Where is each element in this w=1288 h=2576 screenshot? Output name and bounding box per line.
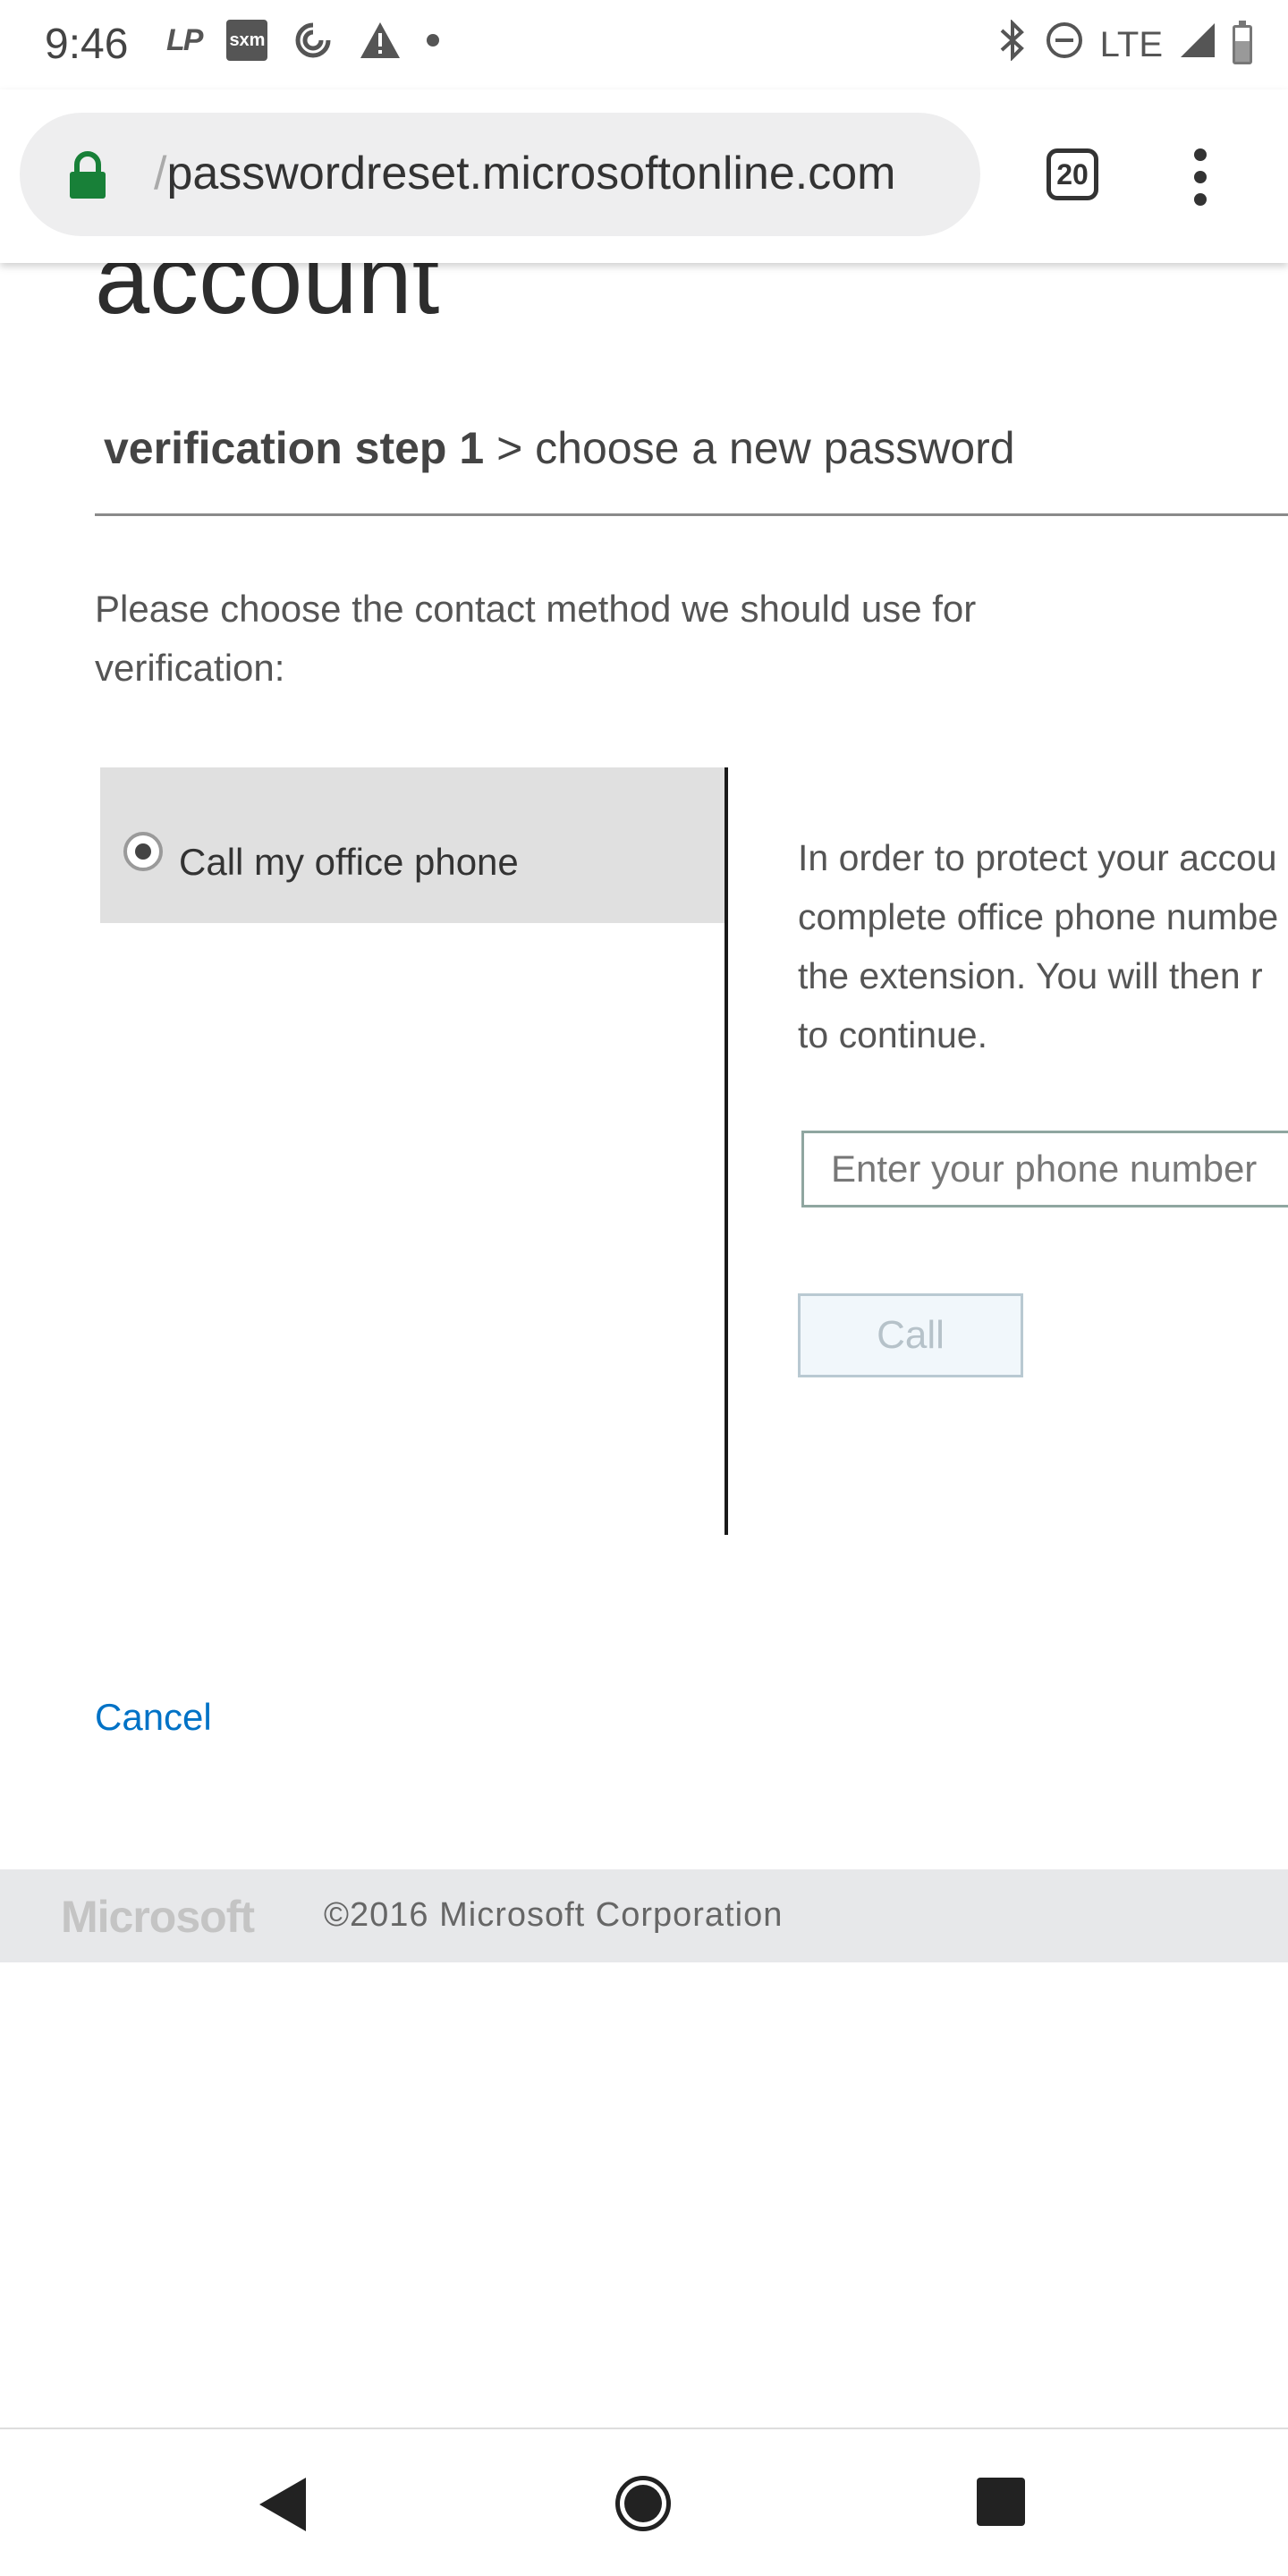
battery-icon	[1233, 21, 1252, 64]
step-breadcrumb: verification step 1 > choose a new passw…	[104, 422, 1015, 474]
status-left-icons: LP sxm	[166, 20, 440, 61]
steps-divider	[95, 513, 1288, 516]
back-icon[interactable]	[259, 2478, 306, 2531]
url-prefix: /	[154, 148, 167, 199]
network-type: LTE	[1099, 24, 1163, 64]
cancel-link[interactable]: Cancel	[95, 1696, 212, 1739]
verification-info: In order to protect your accou complete …	[798, 828, 1288, 1064]
info-line: complete office phone numbe	[798, 896, 1279, 937]
browser-menu-button[interactable]	[1182, 148, 1218, 206]
tab-switcher-button[interactable]: 20	[1046, 148, 1098, 200]
contact-method-label[interactable]: Call my office phone	[179, 841, 519, 884]
menu-dot	[1194, 171, 1207, 183]
step-separator: >	[496, 423, 523, 473]
status-bar: 9:46 LP sxm LTE	[0, 0, 1288, 89]
microsoft-logo: Microsoft	[61, 1892, 255, 1942]
address-bar[interactable]: /passwordreset.microsoftonline.com	[20, 113, 980, 236]
call-button[interactable]: Call	[798, 1293, 1023, 1377]
sync-icon	[292, 20, 334, 61]
menu-dot	[1194, 148, 1207, 161]
system-nav-bar	[0, 2429, 1288, 2576]
url-domain: passwordreset.microsoftonline.com	[166, 148, 896, 199]
recents-icon[interactable]	[977, 2478, 1025, 2526]
phone-number-input[interactable]	[801, 1131, 1288, 1208]
step-next: choose a new password	[535, 423, 1015, 473]
signal-icon	[1179, 21, 1216, 68]
info-line: the extension. You will then r	[798, 955, 1263, 996]
copyright-text: ©2016 Microsoft Corporation	[324, 1896, 784, 1934]
menu-dot	[1194, 193, 1207, 206]
home-icon[interactable]	[615, 2476, 671, 2531]
footer: Microsoft ©2016 Microsoft Corporation	[0, 1869, 1288, 1962]
status-time: 9:46	[45, 21, 129, 68]
url-text[interactable]: /passwordreset.microsoftonline.com	[154, 147, 895, 200]
info-line: to continue.	[798, 1014, 987, 1055]
info-line: In order to protect your accou	[798, 837, 1277, 878]
do-not-disturb-icon	[1045, 21, 1084, 69]
sxm-icon: sxm	[226, 20, 268, 61]
step-current: verification step 1	[104, 423, 485, 473]
instructions-text: Please choose the contact method we shou…	[95, 588, 977, 689]
status-right-icons: LTE	[996, 19, 1252, 70]
bluetooth-icon	[996, 19, 1029, 70]
office-phone-radio[interactable]	[123, 832, 163, 871]
lp-icon: LP	[166, 22, 203, 57]
warning-icon	[359, 21, 402, 60]
browser-toolbar: /passwordreset.microsoftonline.com 20	[0, 89, 1288, 263]
lock-icon	[68, 150, 107, 200]
notification-dot-icon	[427, 34, 440, 47]
vertical-divider	[724, 767, 728, 1535]
